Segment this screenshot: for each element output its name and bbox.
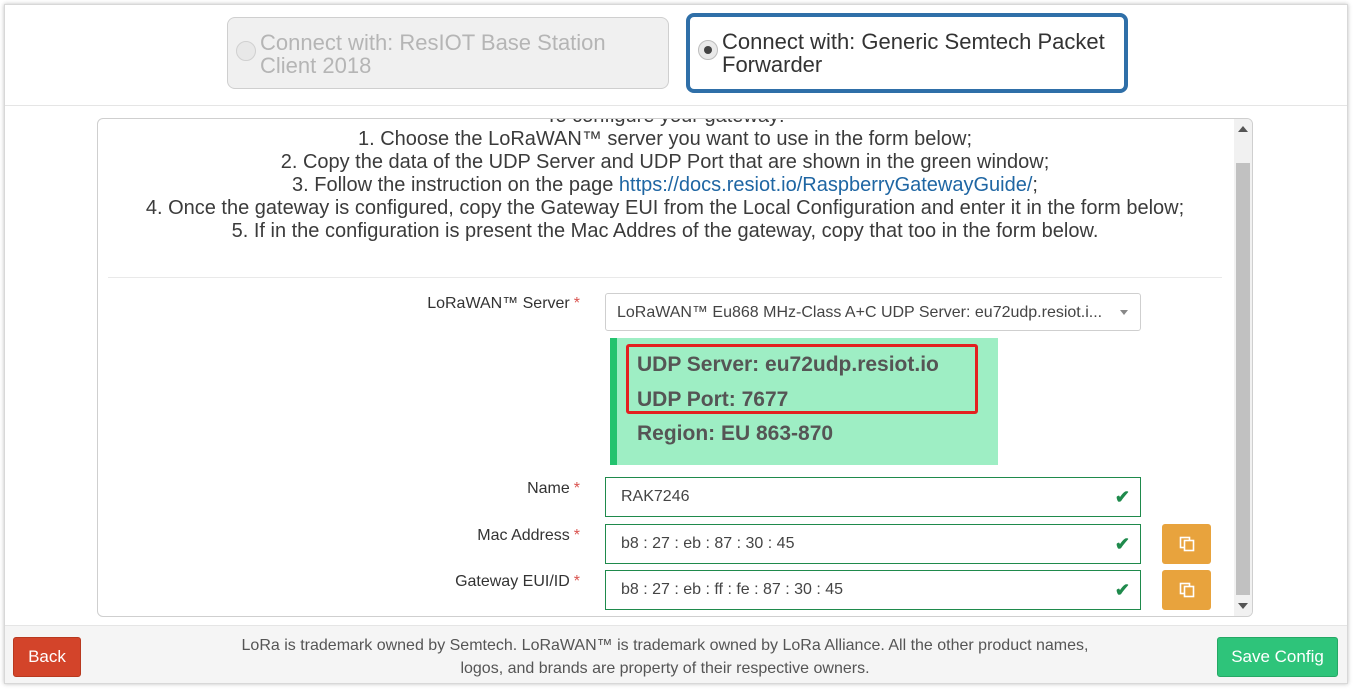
panel-scrollbar[interactable] bbox=[1234, 119, 1252, 616]
instruction-step-3: 3. Follow the instruction on the page ht… bbox=[108, 174, 1222, 197]
mac-label-row: Mac Address * bbox=[98, 527, 580, 547]
highlight-frame bbox=[626, 344, 978, 414]
check-icon: ✔ bbox=[1114, 534, 1130, 554]
instruction-step-1: 1. Choose the LoRaWAN™ server you want t… bbox=[358, 128, 972, 150]
instructions-heading: To configure your gateway: bbox=[108, 119, 1222, 128]
copy-mac-button[interactable] bbox=[1162, 524, 1211, 564]
udp-info-box: UDP Server: eu72udp.resiot.io UDP Port: … bbox=[610, 338, 998, 465]
instructions: To configure your gateway: 1. Choose the… bbox=[108, 119, 1222, 243]
required-marker: * bbox=[573, 527, 580, 544]
option-resiot-client[interactable]: Connect with: ResIOT Base Station Client… bbox=[227, 17, 669, 89]
required-marker: * bbox=[573, 573, 580, 590]
back-button[interactable]: Back bbox=[13, 637, 81, 677]
trademark-notice: LoRa is trademark owned by Semtech. LoRa… bbox=[241, 637, 1089, 677]
instruction-step-3-prefix: 3. Follow the instruction on the page bbox=[292, 174, 619, 196]
mac-label: Mac Address * bbox=[477, 527, 580, 545]
gateway-eui-input[interactable]: b8 : 27 : eb : ff : fe : 87 : 30 : 45 ✔ bbox=[605, 570, 1141, 610]
instruction-step-2: 2. Copy the data of the UDP Server and U… bbox=[280, 151, 1050, 173]
eui-label: Gateway EUI/ID * bbox=[455, 573, 580, 591]
radio-resiot-client[interactable] bbox=[236, 41, 256, 61]
server-label-text: LoRaWAN™ Server bbox=[427, 295, 570, 312]
instruction-step-4: 4. Once the gateway is configured, copy … bbox=[145, 197, 1185, 219]
dialog-footer: Back LoRa is trademark owned by Semtech.… bbox=[5, 625, 1347, 683]
scroll-thumb[interactable] bbox=[1236, 163, 1250, 595]
check-icon: ✔ bbox=[1114, 580, 1130, 600]
option-resiot-label: Connect with: ResIOT Base Station Client… bbox=[260, 30, 606, 78]
option-semtech-forwarder[interactable]: Connect with: Generic Semtech Packet For… bbox=[686, 13, 1128, 93]
server-select-value: LoRaWAN™ Eu868 MHz-Class A+C UDP Server:… bbox=[617, 304, 1103, 321]
name-label: Name * bbox=[527, 480, 580, 498]
check-icon: ✔ bbox=[1114, 487, 1130, 507]
server-label: LoRaWAN™ Server * bbox=[427, 295, 580, 313]
copy-icon bbox=[1179, 536, 1195, 552]
copy-icon bbox=[1179, 582, 1195, 598]
name-input[interactable]: RAK7246 ✔ bbox=[605, 477, 1141, 517]
required-marker: * bbox=[573, 295, 580, 312]
server-select[interactable]: LoRaWAN™ Eu868 MHz-Class A+C UDP Server:… bbox=[605, 293, 1141, 331]
copy-eui-button[interactable] bbox=[1162, 570, 1211, 610]
udp-region-text: Region: EU 863-870 bbox=[637, 422, 834, 445]
instruction-step-5: 5. If in the configuration is present th… bbox=[231, 220, 1099, 242]
eui-label-row: Gateway EUI/ID * bbox=[98, 573, 580, 593]
gateway-config-dialog: Connect with: ResIOT Base Station Client… bbox=[4, 4, 1348, 684]
mac-address-input[interactable]: b8 : 27 : eb : 87 : 30 : 45 ✔ bbox=[605, 524, 1141, 564]
instruction-step-3-suffix: ; bbox=[1032, 174, 1038, 196]
save-config-button[interactable]: Save Config bbox=[1217, 637, 1338, 677]
mac-label-text: Mac Address bbox=[477, 527, 570, 544]
radio-semtech-forwarder[interactable] bbox=[698, 40, 718, 60]
instructions-divider bbox=[108, 277, 1222, 278]
config-panel: To configure your gateway: 1. Choose the… bbox=[97, 118, 1253, 617]
chevron-down-icon bbox=[1120, 310, 1128, 315]
gateway-eui-value: b8 : 27 : eb : ff : fe : 87 : 30 : 45 bbox=[621, 581, 844, 598]
mac-address-value: b8 : 27 : eb : 87 : 30 : 45 bbox=[621, 535, 795, 552]
option-semtech-label: Connect with: Generic Semtech Packet For… bbox=[722, 29, 1105, 77]
name-input-value: RAK7246 bbox=[621, 488, 690, 505]
required-marker: * bbox=[573, 480, 580, 497]
server-label-row: LoRaWAN™ Server * bbox=[98, 295, 580, 315]
scroll-up-arrow-icon[interactable] bbox=[1238, 126, 1248, 132]
raspberry-guide-link[interactable]: https://docs.resiot.io/RaspberryGatewayG… bbox=[619, 174, 1033, 196]
name-label-row: Name * bbox=[98, 480, 580, 500]
scroll-down-arrow-icon[interactable] bbox=[1238, 603, 1248, 609]
name-label-text: Name bbox=[527, 480, 570, 497]
connection-options: Connect with: ResIOT Base Station Client… bbox=[5, 5, 1347, 106]
eui-label-text: Gateway EUI/ID bbox=[455, 573, 570, 590]
